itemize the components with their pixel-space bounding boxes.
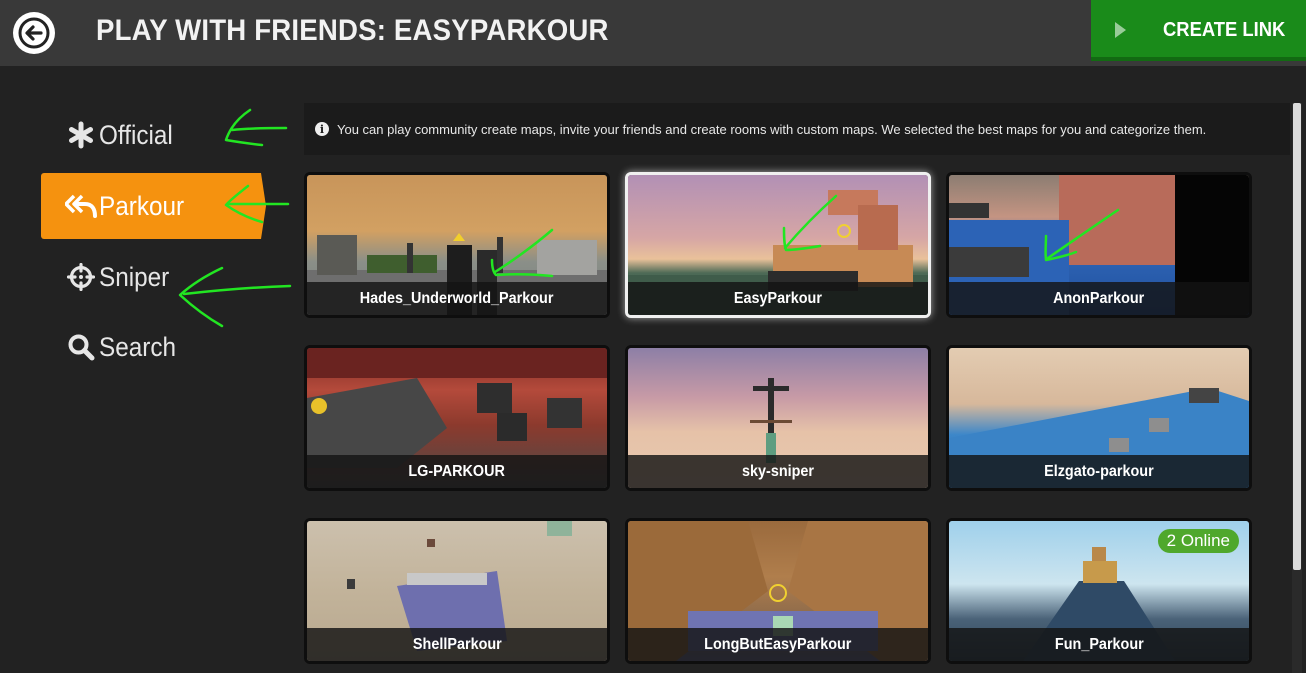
map-name-bar: Fun_Parkour [949, 628, 1249, 661]
arrow-left-circle-icon [18, 17, 50, 49]
map-name-bar: AnonParkour [949, 282, 1249, 315]
sidebar-item-label: Parkour [99, 190, 185, 221]
asterisk-icon [65, 121, 97, 149]
info-text: You can play community create maps, invi… [337, 121, 1207, 137]
sidebar-item-label: Sniper [99, 261, 170, 292]
map-card[interactable]: LongButEasyParkour [625, 518, 931, 664]
map-name-bar: sky-sniper [628, 455, 928, 488]
reply-all-icon [65, 193, 97, 219]
map-name: ShellParkour [412, 635, 502, 653]
category-sidebar: Official Parkour Sniper Search [0, 66, 300, 673]
create-link-button[interactable]: CREATE LINK [1091, 0, 1306, 61]
map-name: LG-PARKOUR [408, 462, 506, 480]
map-name-bar: LG-PARKOUR [307, 455, 607, 488]
map-name: Hades_Underworld_Parkour [360, 289, 554, 307]
map-card[interactable]: EasyParkour [625, 172, 931, 318]
sidebar-item-parkour[interactable]: Parkour [41, 173, 266, 239]
map-card[interactable]: AnonParkour [946, 172, 1252, 318]
map-card[interactable]: Hades_Underworld_Parkour [304, 172, 610, 318]
sidebar-item-official[interactable]: Official [41, 102, 266, 168]
map-card[interactable]: Elzgato-parkour [946, 345, 1252, 491]
sidebar-item-sniper[interactable]: Sniper [41, 244, 266, 310]
map-name-bar: ShellParkour [307, 628, 607, 661]
map-card[interactable]: LG-PARKOUR [304, 345, 610, 491]
header-bar: PLAY WITH FRIENDS: EASYPARKOUR CREATE LI… [0, 0, 1306, 66]
map-name: Fun_Parkour [1054, 635, 1144, 653]
scrollbar-thumb[interactable] [1293, 103, 1301, 570]
back-button[interactable] [13, 12, 55, 54]
crosshair-icon [65, 263, 97, 291]
map-name: sky-sniper [741, 462, 815, 480]
sidebar-item-label: Official [99, 119, 173, 150]
map-name-bar: Hades_Underworld_Parkour [307, 282, 607, 315]
search-icon [65, 333, 97, 361]
page-title: PLAY WITH FRIENDS: EASYPARKOUR [96, 14, 609, 47]
info-banner: i You can play community create maps, in… [304, 103, 1290, 155]
map-name: LongButEasyParkour [704, 635, 852, 653]
play-icon [1115, 22, 1126, 38]
map-name: EasyParkour [733, 289, 823, 307]
map-name: AnonParkour [1053, 289, 1145, 307]
map-card[interactable]: sky-sniper [625, 345, 931, 491]
sidebar-item-label: Search [99, 331, 177, 362]
map-name-bar: Elzgato-parkour [949, 455, 1249, 488]
map-name-bar: LongButEasyParkour [628, 628, 928, 661]
map-name-bar: EasyParkour [628, 282, 928, 315]
online-count-badge: 2 Online [1157, 529, 1239, 553]
info-icon: i [315, 122, 329, 136]
sidebar-item-search[interactable]: Search [41, 314, 266, 380]
map-card[interactable]: ShellParkour [304, 518, 610, 664]
map-card[interactable]: 2 Online Fun_Parkour [946, 518, 1252, 664]
create-link-label: CREATE LINK [1163, 19, 1286, 41]
map-name: Elzgato-parkour [1044, 462, 1154, 480]
